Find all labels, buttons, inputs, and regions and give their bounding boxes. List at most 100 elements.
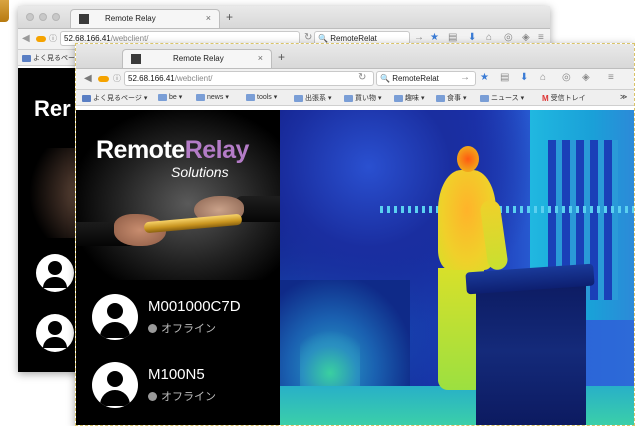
- avatar: [92, 362, 138, 408]
- url-bar[interactable]: 52.68.166.41/webclient/: [124, 71, 374, 86]
- firefox-icon: [36, 36, 46, 42]
- logo-subtitle: Solutions: [171, 164, 229, 180]
- bookmark-item[interactable]: M 受信トレイ: [542, 93, 586, 103]
- bookmark-star-icon[interactable]: ★: [430, 32, 439, 43]
- relay-baton: [143, 213, 243, 234]
- reload-icon[interactable]: ↻: [304, 32, 312, 43]
- bookmark-label: 買い物: [355, 95, 376, 102]
- download-icon[interactable]: ⬇: [468, 32, 476, 43]
- grid-icon: [82, 94, 91, 102]
- bookmark-item[interactable]: 買い物 ▾: [344, 93, 382, 103]
- client-item[interactable]: M001000C7D オフライン: [76, 288, 280, 344]
- status-label: オフライン: [161, 323, 216, 335]
- tab-title: Remote Relay: [173, 54, 224, 63]
- go-arrow-icon[interactable]: →: [414, 32, 424, 43]
- bookmark-item[interactable]: news ▾: [196, 93, 229, 101]
- shield-icon[interactable]: ◈: [522, 32, 530, 43]
- avatar[interactable]: [36, 254, 74, 292]
- bookmark-item[interactable]: 出張系 ▾: [294, 93, 332, 103]
- folder-icon: [480, 94, 489, 102]
- status-offline-icon: [148, 323, 157, 333]
- folder-icon: [196, 93, 205, 101]
- bookmark-item[interactable]: be ▾: [158, 93, 182, 101]
- bookmark-overflow[interactable]: ≫: [620, 93, 627, 101]
- bookmark-label: be: [169, 93, 177, 101]
- search-text: RemoteRelat: [330, 34, 377, 43]
- bookmark-label: 出張系: [305, 95, 326, 102]
- bookmark-star-icon[interactable]: ★: [480, 72, 489, 83]
- reload-icon[interactable]: ↻: [358, 72, 366, 83]
- bookmark-label: 食事: [447, 95, 461, 102]
- app-logo: RemoteRelay: [96, 136, 249, 165]
- url-host: 52.68.166.41: [128, 74, 175, 83]
- home-icon[interactable]: ⌂: [486, 32, 492, 43]
- folder-icon: [344, 94, 353, 102]
- go-arrow-icon[interactable]: →: [460, 72, 470, 83]
- url-path: /webclient/: [174, 74, 213, 83]
- reading-list-icon[interactable]: ▤: [448, 32, 457, 43]
- status-offline-icon: [148, 391, 157, 401]
- tab-bar: Remote Relay × +: [76, 44, 634, 69]
- bookmark-label: ニュース: [491, 95, 519, 102]
- gmail-icon: M: [542, 93, 549, 103]
- bookmark-item[interactable]: よく見るページ ▾: [82, 93, 147, 103]
- pocket-icon[interactable]: ◎: [562, 72, 571, 83]
- bookmark-label: tools: [257, 93, 272, 101]
- minimize-window-icon[interactable]: [39, 13, 47, 21]
- tab-title: Remote Relay: [105, 14, 156, 23]
- reading-list-icon[interactable]: ▤: [500, 72, 509, 83]
- bookmark-item[interactable]: ニュース ▾: [480, 93, 524, 103]
- tab-bar: Remote Relay × +: [18, 6, 550, 29]
- tab-remote-relay[interactable]: Remote Relay ×: [70, 9, 220, 28]
- shield-icon[interactable]: ◈: [582, 72, 590, 83]
- close-tab-icon[interactable]: ×: [206, 13, 211, 23]
- client-name: M100N5: [148, 366, 205, 383]
- site-favicon-icon: [131, 54, 141, 64]
- grid-icon: [22, 54, 31, 62]
- firefox-icon: [98, 76, 109, 82]
- bookmark-item[interactable]: よく見るページ: [22, 53, 82, 63]
- bookmark-item[interactable]: tools ▾: [246, 93, 277, 101]
- navigation-bar: ◀ ⓘ 52.68.166.41/webclient/ ↻ 🔍 RemoteRe…: [76, 69, 634, 90]
- hero-image: RemoteRelay Solutions: [76, 110, 280, 280]
- avatar[interactable]: [36, 314, 74, 352]
- info-icon[interactable]: ⓘ: [49, 33, 57, 44]
- new-tab-icon[interactable]: +: [226, 10, 233, 24]
- zoom-window-icon[interactable]: [52, 13, 60, 21]
- back-icon[interactable]: ◀: [22, 33, 30, 44]
- tab-remote-relay[interactable]: Remote Relay ×: [122, 49, 272, 68]
- folder-icon: [158, 93, 167, 101]
- site-favicon-icon: [79, 14, 89, 24]
- close-tab-icon[interactable]: ×: [258, 53, 263, 63]
- folder-icon: [436, 94, 445, 102]
- menu-icon[interactable]: ≡: [608, 72, 614, 83]
- back-icon[interactable]: ◀: [84, 73, 92, 84]
- new-tab-icon[interactable]: +: [278, 50, 285, 64]
- bookmarks-bar: よく見るページ ▾ be ▾ news ▾ tools ▾ 出張系 ▾ 買い物 …: [76, 90, 634, 106]
- bookmark-item[interactable]: 趣味 ▾: [394, 93, 425, 103]
- pocket-icon[interactable]: ◎: [504, 32, 513, 43]
- logo-word-remote: Remote: [96, 136, 185, 164]
- client-sidebar: RemoteRelay Solutions M001000C7D オフライン M…: [76, 110, 280, 425]
- bookmark-label: 趣味: [405, 95, 419, 102]
- url-host: 52.68.166.41: [64, 34, 111, 43]
- browser-window-front[interactable]: Remote Relay × + ◀ ⓘ 52.68.166.41/webcli…: [75, 43, 635, 426]
- menu-icon[interactable]: ≡: [538, 32, 544, 43]
- bookmark-label: news: [207, 93, 224, 101]
- download-icon[interactable]: ⬇: [520, 72, 528, 83]
- status-label: オフライン: [161, 391, 216, 403]
- thermal-camera-feed[interactable]: [280, 110, 634, 425]
- home-icon[interactable]: ⌂: [540, 72, 546, 83]
- brand-corner-mark: [0, 0, 9, 22]
- avatar: [92, 294, 138, 340]
- bookmark-item[interactable]: 食事 ▾: [436, 93, 467, 103]
- client-status: オフライン: [148, 388, 216, 404]
- logo-word-relay: Relay: [184, 136, 250, 164]
- search-text: RemoteRelat: [392, 74, 439, 83]
- thermal-bin: [476, 276, 586, 425]
- close-window-icon[interactable]: [26, 13, 34, 21]
- info-icon[interactable]: ⓘ: [113, 73, 121, 84]
- client-item[interactable]: M100N5 オフライン: [76, 356, 280, 412]
- app-content: RemoteRelay Solutions M001000C7D オフライン M…: [76, 110, 634, 425]
- folder-icon: [246, 93, 255, 101]
